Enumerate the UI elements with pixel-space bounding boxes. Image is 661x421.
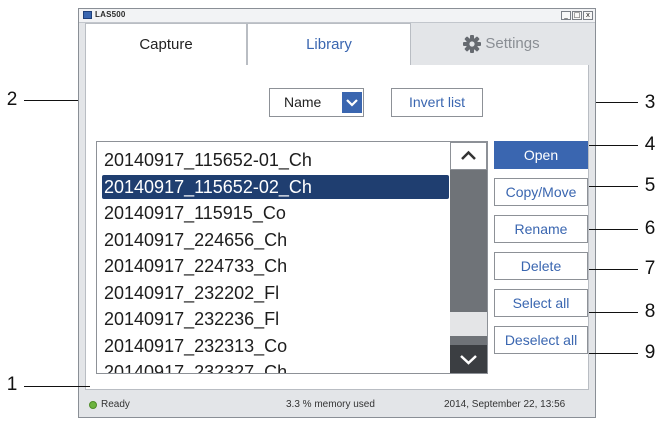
- file-list[interactable]: 20140917_115652-01_Ch 20140917_115652-02_…: [96, 141, 488, 374]
- datetime-text: 2014, September 22, 13:56: [444, 399, 566, 410]
- app-window: LAS500 _ □ x Capture Library Settings Na…: [78, 8, 596, 418]
- scroll-thumb[interactable]: [450, 312, 487, 336]
- delete-button[interactable]: Delete: [494, 252, 588, 280]
- tab-capture[interactable]: Capture: [85, 23, 247, 65]
- list-item[interactable]: 20140917_224733_Ch: [102, 254, 449, 278]
- list-item[interactable]: 20140917_115652-01_Ch: [102, 148, 449, 172]
- scroll-up-button[interactable]: [450, 142, 487, 170]
- callout-9: 9: [644, 342, 656, 363]
- chevron-down-icon[interactable]: [342, 92, 362, 113]
- scroll-down-button[interactable]: [450, 345, 487, 373]
- tab-library[interactable]: Library: [247, 23, 411, 65]
- status-bar: Ready 3.3 % memory used 2014, September …: [79, 393, 595, 417]
- tab-settings[interactable]: Settings: [411, 23, 591, 65]
- copy-move-button[interactable]: Copy/Move: [494, 178, 588, 206]
- callout-line-4: [589, 145, 638, 146]
- minimize-button[interactable]: _: [561, 11, 571, 20]
- scrollbar[interactable]: [450, 142, 487, 373]
- chevron-up-icon: [461, 150, 476, 160]
- library-panel: Name Invert list 20140917_115652-01_Ch 20…: [85, 65, 589, 390]
- tab-library-label: Library: [306, 36, 352, 53]
- list-item[interactable]: 20140917_232236_Fl: [102, 307, 449, 331]
- ready-status-icon: [89, 401, 97, 409]
- callout-line-9: [589, 353, 638, 354]
- rename-button[interactable]: Rename: [494, 215, 588, 243]
- callout-1: 1: [6, 374, 18, 395]
- callout-6: 6: [644, 218, 656, 239]
- list-item[interactable]: 20140917_115915_Co: [102, 201, 449, 225]
- list-item[interactable]: 20140917_232313_Co: [102, 334, 449, 358]
- callout-line-8: [589, 312, 638, 313]
- list-item[interactable]: 20140917_232202_Fl: [102, 281, 449, 305]
- list-item[interactable]: 20140917_232327_Ch: [102, 360, 449, 373]
- callout-8: 8: [644, 301, 656, 322]
- maximize-button[interactable]: □: [572, 11, 582, 20]
- sort-dropdown-value: Name: [284, 94, 322, 110]
- sort-dropdown[interactable]: Name: [269, 88, 364, 117]
- chevron-down-icon: [460, 355, 477, 365]
- close-button[interactable]: x: [583, 11, 593, 20]
- callout-7: 7: [644, 258, 656, 279]
- memory-usage-text: 3.3 % memory used: [286, 399, 375, 410]
- list-item[interactable]: 20140917_115652-02_Ch: [102, 174, 449, 199]
- callout-3: 3: [644, 92, 656, 113]
- callout-line-1: [24, 386, 90, 387]
- select-all-button[interactable]: Select all: [494, 289, 588, 317]
- callout-5: 5: [644, 175, 656, 196]
- deselect-all-button[interactable]: Deselect all: [494, 326, 588, 354]
- tab-settings-label: Settings: [485, 35, 540, 52]
- invert-list-button[interactable]: Invert list: [391, 88, 483, 117]
- ready-status-text: Ready: [101, 399, 130, 410]
- window-title: LAS500: [95, 10, 126, 19]
- app-icon: [83, 11, 92, 19]
- callout-4: 4: [644, 134, 656, 155]
- open-button[interactable]: Open: [494, 141, 588, 169]
- tab-capture-label: Capture: [139, 36, 193, 53]
- gear-icon: [463, 35, 482, 54]
- title-bar: LAS500 _ □ x: [79, 9, 595, 23]
- list-item[interactable]: 20140917_224656_Ch: [102, 228, 449, 252]
- callout-line-7: [589, 269, 638, 270]
- callout-line-5: [589, 186, 638, 187]
- callout-line-6: [589, 229, 638, 230]
- callout-2: 2: [6, 89, 18, 110]
